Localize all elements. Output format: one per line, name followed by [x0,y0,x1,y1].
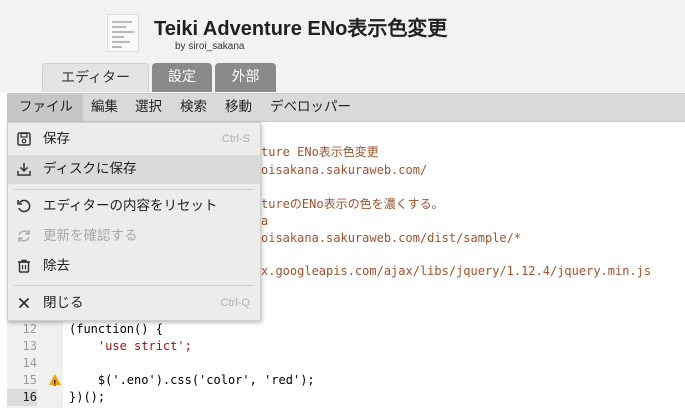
warning-icon[interactable] [49,374,61,392]
menu-separator [14,285,254,286]
shortcut-label: Ctrl-Q [220,297,250,309]
tab-settings[interactable]: 設定 [152,63,212,92]
code-line: 13 'use strict'; [7,338,685,355]
menu-item-save[interactable]: 保存 Ctrl-S [8,125,260,154]
tab-editor[interactable]: エディター [42,63,149,92]
code-fragment: oisakana.sakuraweb.com/ [261,163,428,177]
reset-icon [17,199,31,213]
menu-item-reset-editor[interactable]: エディターの内容をリセット [8,192,260,221]
line-number: 13 [22,339,37,353]
menu-item-label: 保存 [43,131,70,147]
code-fragment: tureのENo表示の色を濃くする。 [261,197,444,211]
menu-item-label: 除去 [43,258,70,274]
code-line: 16 })(); [7,389,685,406]
shortcut-label: Ctrl-S [221,133,250,145]
refresh-icon [18,230,30,242]
menu-item-close[interactable]: 閉じる Ctrl-Q [8,289,260,318]
code-fragment: a [261,214,269,228]
menu-item-check-updates: 更新を確認する [8,222,260,251]
menu-item-label: 閉じる [43,295,84,311]
code-fragment: x.googleapis.com/ajax/libs/jquery/1.12.4… [261,264,652,278]
menu-developer[interactable]: デベロッパー [270,94,351,121]
script-author: by siroi_sakana [175,41,245,52]
code-text: 'use strict'; [69,339,192,353]
save-icon [17,132,31,146]
menu-select[interactable]: 選択 [135,94,162,121]
line-number: 16 [7,389,37,406]
trash-icon [18,259,30,273]
menu-item-remove[interactable]: 除去 [8,252,260,281]
code-fragment: ture ENo表示色変更 [261,145,379,159]
menu-search[interactable]: 検索 [180,94,207,121]
menu-edit[interactable]: 編集 [91,94,118,121]
menu-item-label: ディスクに保存 [43,161,137,177]
editor-menubar: ファイル 編集 選択 検索 移動 デベロッパー [7,93,685,122]
tab-external[interactable]: 外部 [215,63,276,92]
script-header: Teiki Adventure ENo表示色変更 by siroi_sakana… [0,0,685,92]
menu-item-save-to-disk[interactable]: ディスクに保存 [8,155,260,184]
code-text: })(); [69,390,106,404]
script-icon [107,14,139,52]
menu-goto[interactable]: 移動 [225,94,252,121]
menu-item-label: エディターの内容をリセット [43,198,218,214]
download-icon [17,163,31,176]
file-menu-dropdown: 保存 Ctrl-S ディスクに保存 エディターの内容をリセット 更新を確認する … [7,122,261,321]
menu-separator [14,189,254,190]
close-icon [18,297,30,309]
menu-item-label: 更新を確認する [43,228,138,244]
line-number: 15 [22,373,37,387]
menu-file[interactable]: ファイル [7,94,83,121]
code-line: 15 $('.eno').css('color', 'red'); [7,372,685,392]
script-title: Teiki Adventure ENo表示色変更 [154,18,448,40]
code-line: 12 (function() { [7,321,685,338]
code-text: $('.eno').css('color', 'red'); [69,373,315,387]
line-number: 12 [22,322,37,336]
line-number: 14 [22,356,37,370]
code-fragment: oisakana.sakuraweb.com/dist/sample/* [261,231,522,245]
code-text: (function() { [69,322,163,336]
code-line: 14 [7,355,685,372]
